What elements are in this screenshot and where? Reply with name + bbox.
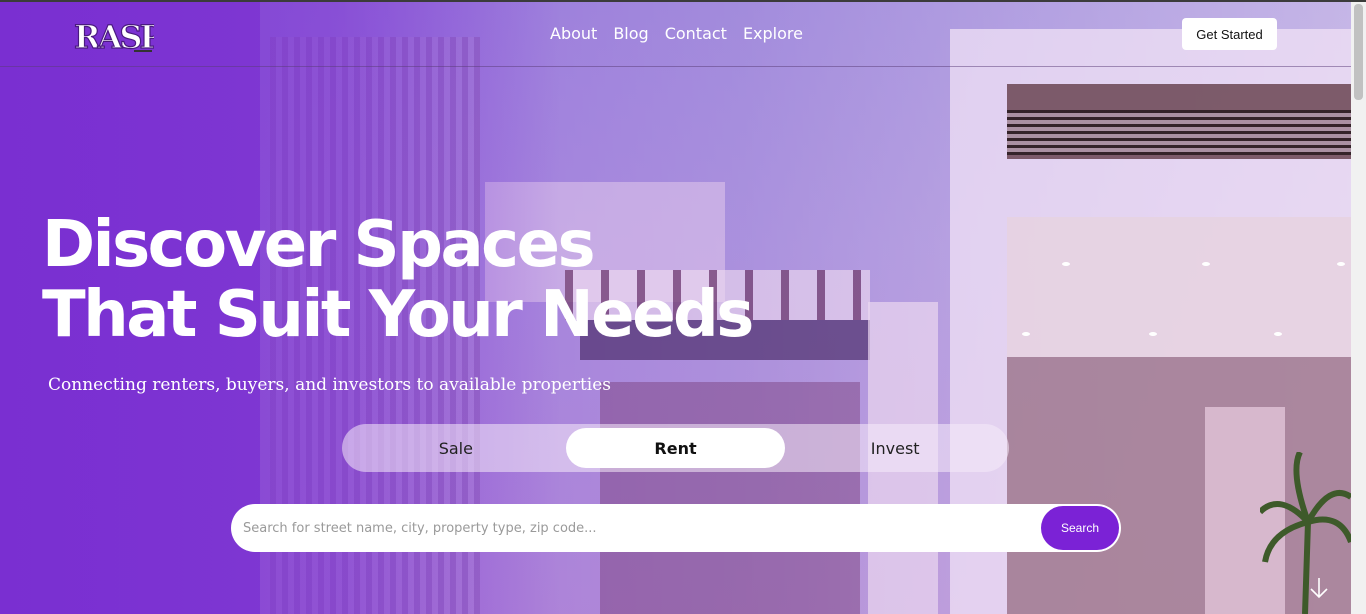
building-ceiling bbox=[1007, 217, 1351, 357]
ceiling-light bbox=[1149, 332, 1157, 336]
building-window bbox=[600, 382, 860, 614]
ceiling-light bbox=[1274, 332, 1282, 336]
nav-link-about[interactable]: About bbox=[550, 24, 597, 43]
hero-title-line-1: Discover Spaces bbox=[42, 208, 596, 282]
hero-title-line-2: That Suit Your Needs bbox=[42, 278, 754, 352]
window-top-border bbox=[0, 0, 1366, 2]
listing-type-tabs: Sale Rent Invest bbox=[342, 424, 1009, 472]
tab-invest[interactable]: Invest bbox=[785, 428, 1005, 468]
ceiling-light bbox=[1022, 332, 1030, 336]
ceiling-light bbox=[1202, 262, 1210, 266]
arrow-down-icon[interactable] bbox=[1308, 576, 1330, 600]
tab-rent[interactable]: Rent bbox=[565, 428, 786, 468]
page-scrollbar[interactable] bbox=[1351, 2, 1366, 614]
tab-sale[interactable]: Sale bbox=[346, 428, 566, 468]
navbar-divider bbox=[0, 66, 1351, 67]
ceiling-light bbox=[1337, 262, 1345, 266]
scrollbar-thumb[interactable] bbox=[1354, 4, 1363, 100]
hero-title: Discover Spaces That Suit Your Needs bbox=[42, 208, 754, 352]
brand-logo[interactable]: RASP bbox=[74, 16, 154, 56]
search-input[interactable] bbox=[231, 504, 1041, 552]
main-nav: About Blog Contact Explore bbox=[550, 24, 803, 43]
nav-link-blog[interactable]: Blog bbox=[613, 24, 648, 43]
palm-plant bbox=[1260, 452, 1351, 614]
nav-link-explore[interactable]: Explore bbox=[743, 24, 803, 43]
search-bar: Search bbox=[231, 504, 1121, 552]
hero-section: RASP About Blog Contact Explore Get Star… bbox=[0, 2, 1351, 614]
search-button[interactable]: Search bbox=[1041, 506, 1119, 550]
building-balcony-rail bbox=[1007, 110, 1351, 155]
hero-subtitle: Connecting renters, buyers, and investor… bbox=[48, 375, 612, 395]
get-started-button[interactable]: Get Started bbox=[1182, 18, 1277, 50]
logo-underline bbox=[134, 50, 152, 52]
ceiling-light bbox=[1062, 262, 1070, 266]
nav-link-contact[interactable]: Contact bbox=[665, 24, 727, 43]
